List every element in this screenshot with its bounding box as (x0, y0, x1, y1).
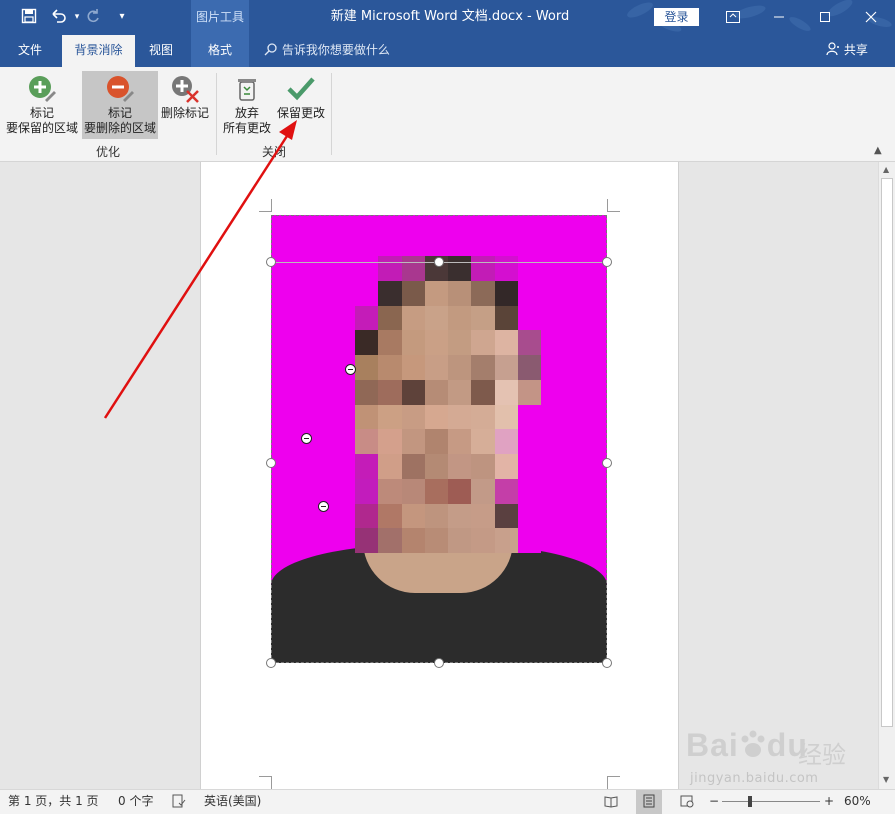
resize-handle[interactable] (266, 257, 276, 267)
page-count[interactable]: 第 1 页，共 1 页 (8, 790, 99, 814)
resize-handle[interactable] (602, 658, 612, 668)
keep-changes-label: 保留更改 (276, 106, 325, 120)
maximize-icon[interactable] (802, 0, 848, 35)
zoom-slider-thumb[interactable] (748, 796, 752, 807)
resize-handle[interactable] (602, 257, 612, 267)
lightbulb-search-icon (264, 43, 277, 56)
tab-format[interactable]: 格式 (191, 35, 249, 67)
word-count[interactable]: 0 个字 (118, 790, 153, 814)
tab-file[interactable]: 文件 (4, 35, 56, 67)
discard-label-1: 放弃 (234, 106, 259, 120)
keep-changes-button[interactable]: 保留更改 (274, 71, 328, 139)
language-indicator[interactable]: 英语(美国) (204, 790, 261, 814)
mark-keep-icon (29, 76, 56, 102)
read-mode-icon[interactable] (604, 790, 618, 814)
watermark-cn: 经验 (798, 741, 846, 769)
group-separator (216, 73, 217, 155)
mark-areas-to-remove-button[interactable]: 标记 要删除的区域 (82, 71, 158, 139)
discard-all-changes-button[interactable]: 放弃 所有更改 (220, 71, 274, 139)
ribbon-display-options-icon[interactable] (710, 0, 756, 35)
ribbon-tabs: 文件 背景消除 视图 格式 告诉我你想要做什么 共享 (0, 35, 895, 67)
paw-icon (741, 730, 765, 757)
print-layout-icon[interactable] (636, 790, 662, 814)
baidu-watermark: Bai du 经验 jingyan.baidu.com (686, 715, 856, 795)
close-icon[interactable] (848, 0, 894, 35)
mark-keep-label-2: 要保留的区域 (5, 121, 78, 135)
person-icon (826, 42, 839, 56)
tell-me-search[interactable]: 告诉我你想要做什么 (264, 35, 390, 67)
tell-me-text: 告诉我你想要做什么 (281, 43, 390, 57)
zoom-slider-track[interactable] (722, 801, 820, 802)
collapse-ribbon-icon[interactable]: ▲ (874, 145, 882, 156)
picture-tools-header: 图片工具 (191, 0, 249, 35)
share-label: 共享 (843, 43, 868, 57)
document-title: 新建 Microsoft Word 文档.docx - Word (330, 9, 570, 24)
mark-remove-icon (107, 76, 134, 102)
proofing-icon[interactable] (172, 790, 186, 814)
tab-view[interactable]: 视图 (139, 35, 183, 67)
remove-marker-icon[interactable] (301, 433, 312, 444)
minimize-icon[interactable] (756, 0, 802, 35)
tab-background-removal[interactable]: 背景消除 (62, 35, 135, 67)
sign-in-button[interactable]: 登录 (654, 8, 699, 26)
scroll-up-icon[interactable]: ▲ (883, 165, 889, 174)
crop-mark (607, 199, 620, 212)
delete-mark-button[interactable]: 删除标记 (159, 71, 211, 139)
remove-marker-icon[interactable] (318, 501, 329, 512)
resize-handle[interactable] (266, 658, 276, 668)
remove-marker-icon[interactable] (345, 364, 356, 375)
group-separator (331, 73, 332, 155)
title-bar: ▾ ▾ 图片工具 新建 Microsoft Word 文档.docx - Wor… (0, 0, 895, 35)
resize-handle[interactable] (434, 257, 444, 267)
resize-handle[interactable] (266, 458, 276, 468)
mark-keep-label-1: 标记 (29, 106, 54, 120)
resize-handle[interactable] (434, 658, 444, 668)
watermark-brand: Bai (686, 727, 739, 763)
vertical-scrollbar[interactable]: ▲ ▼ (878, 162, 895, 789)
discard-label-2: 所有更改 (222, 121, 271, 135)
undo-icon[interactable] (50, 8, 68, 26)
delete-mark-icon (172, 76, 199, 103)
checkmark-icon (287, 77, 315, 101)
group-close-label: 关闭 (261, 145, 286, 159)
scroll-down-icon[interactable]: ▼ (883, 775, 889, 784)
mark-remove-label-1: 标记 (107, 106, 132, 120)
mark-areas-to-keep-button[interactable]: 标记 要保留的区域 (4, 71, 80, 139)
customize-qat-icon[interactable]: ▾ (113, 8, 131, 26)
resize-handle[interactable] (602, 458, 612, 468)
recycle-bin-icon (238, 79, 256, 101)
delete-mark-label: 删除标记 (160, 106, 209, 120)
removal-marquee[interactable] (271, 215, 607, 663)
save-icon[interactable] (20, 8, 38, 26)
crop-mark (607, 776, 620, 789)
share-button[interactable]: 共享 (826, 35, 868, 67)
scroll-thumb[interactable] (881, 178, 893, 727)
watermark-url: jingyan.baidu.com (690, 771, 819, 786)
ribbon-panel: 标记 要保留的区域 标记 要删除的区域 删除标记 优化 放弃 所有更改 保留更改… (0, 67, 895, 162)
crop-mark (259, 199, 272, 212)
mark-remove-label-2: 要删除的区域 (83, 121, 156, 135)
redo-icon[interactable] (84, 8, 102, 26)
crop-mark (259, 776, 272, 789)
group-refine-label: 优化 (95, 145, 120, 159)
